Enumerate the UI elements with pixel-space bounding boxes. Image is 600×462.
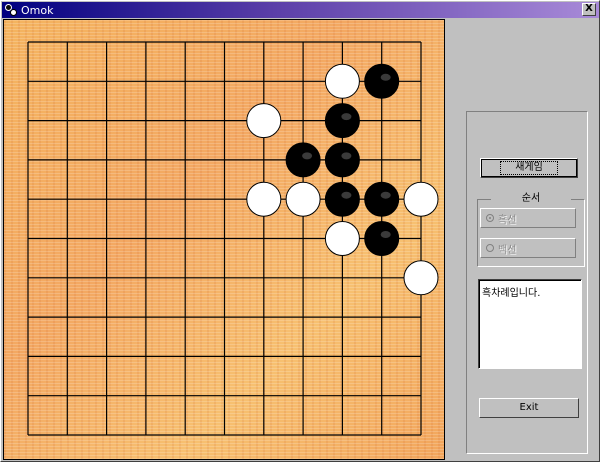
black-first-option[interactable]: 흑선: [480, 208, 576, 228]
game-board[interactable]: [3, 19, 445, 460]
radio-selected-icon: [486, 214, 494, 222]
black-stone: [324, 181, 360, 217]
white-stone: [324, 221, 360, 256]
stone-highlight: [380, 231, 391, 238]
white-first-option[interactable]: 백선: [480, 238, 576, 258]
radio-unselected-icon: [486, 244, 494, 252]
close-button[interactable]: X: [582, 3, 596, 16]
black-stone: [364, 181, 400, 217]
white-stone: [285, 181, 321, 217]
black-stone: [285, 142, 321, 178]
new-game-button[interactable]: 새게임: [480, 158, 578, 178]
black-stone: [364, 221, 400, 256]
white-stone: [246, 181, 282, 217]
omok-app-icon: [4, 3, 18, 17]
title-bar[interactable]: Omok X: [2, 2, 599, 18]
black-stone: [324, 142, 360, 178]
black-stone: [364, 63, 400, 99]
white-first-label: 백선: [498, 244, 517, 256]
black-stone: [324, 103, 360, 139]
order-group-label: 순서: [518, 193, 544, 204]
stone-highlight: [380, 191, 391, 199]
stone-highlight: [380, 73, 391, 81]
status-text: 흑차례입니다.: [482, 288, 541, 299]
white-stone: [403, 260, 439, 296]
white-stone: [324, 63, 360, 99]
status-box: 흑차례입니다.: [478, 279, 582, 369]
exit-button[interactable]: Exit: [479, 398, 579, 418]
window-title: Omok: [21, 3, 54, 17]
stone-highlight: [341, 113, 352, 121]
white-stone: [403, 181, 439, 217]
stone-highlight: [341, 152, 352, 160]
omok-window: Omok X 새게임 순서 흑선 백선 흑차례입니다. Exit: [0, 0, 600, 462]
stone-highlight: [302, 152, 313, 160]
order-group-title: 순서: [491, 189, 571, 204]
stone-highlight: [341, 191, 352, 199]
black-first-label: 흑선: [498, 214, 517, 226]
board-grid[interactable]: [4, 20, 445, 460]
white-stone: [246, 103, 282, 139]
new-game-label: 새게임: [500, 161, 558, 175]
